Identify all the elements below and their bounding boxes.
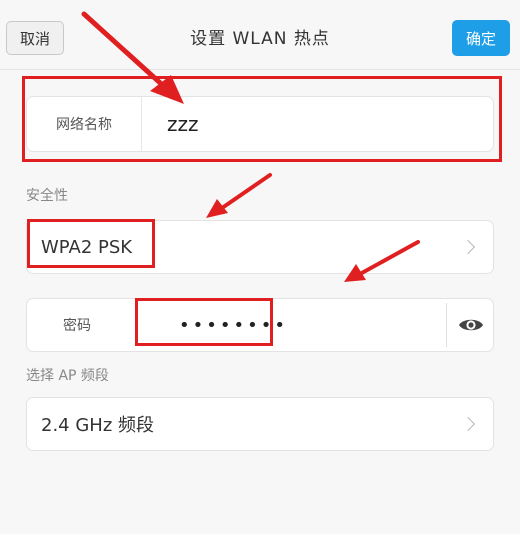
security-section-label: 安全性 xyxy=(26,188,68,204)
header-bar: 取消 设置 WLAN 热点 确定 xyxy=(0,0,520,70)
page-title: 设置 WLAN 热点 xyxy=(190,29,330,49)
security-highlight-box xyxy=(27,219,155,268)
chevron-right-icon xyxy=(460,239,476,255)
arrow-to-security xyxy=(220,173,272,210)
chevron-right-icon xyxy=(460,416,476,432)
eye-icon[interactable] xyxy=(455,311,487,339)
ssid-highlight-box xyxy=(22,76,502,162)
password-divider xyxy=(446,303,447,347)
arrow-head-security xyxy=(206,199,228,218)
cancel-button[interactable]: 取消 xyxy=(6,21,64,55)
password-highlight-box xyxy=(135,298,273,346)
band-section-label: 选择 AP 频段 xyxy=(26,368,109,384)
band-select[interactable]: 2.4 GHz 频段 xyxy=(26,397,494,451)
password-label: 密码 xyxy=(63,318,91,334)
confirm-button[interactable]: 确定 xyxy=(452,20,510,56)
band-value: 2.4 GHz 频段 xyxy=(41,415,155,436)
